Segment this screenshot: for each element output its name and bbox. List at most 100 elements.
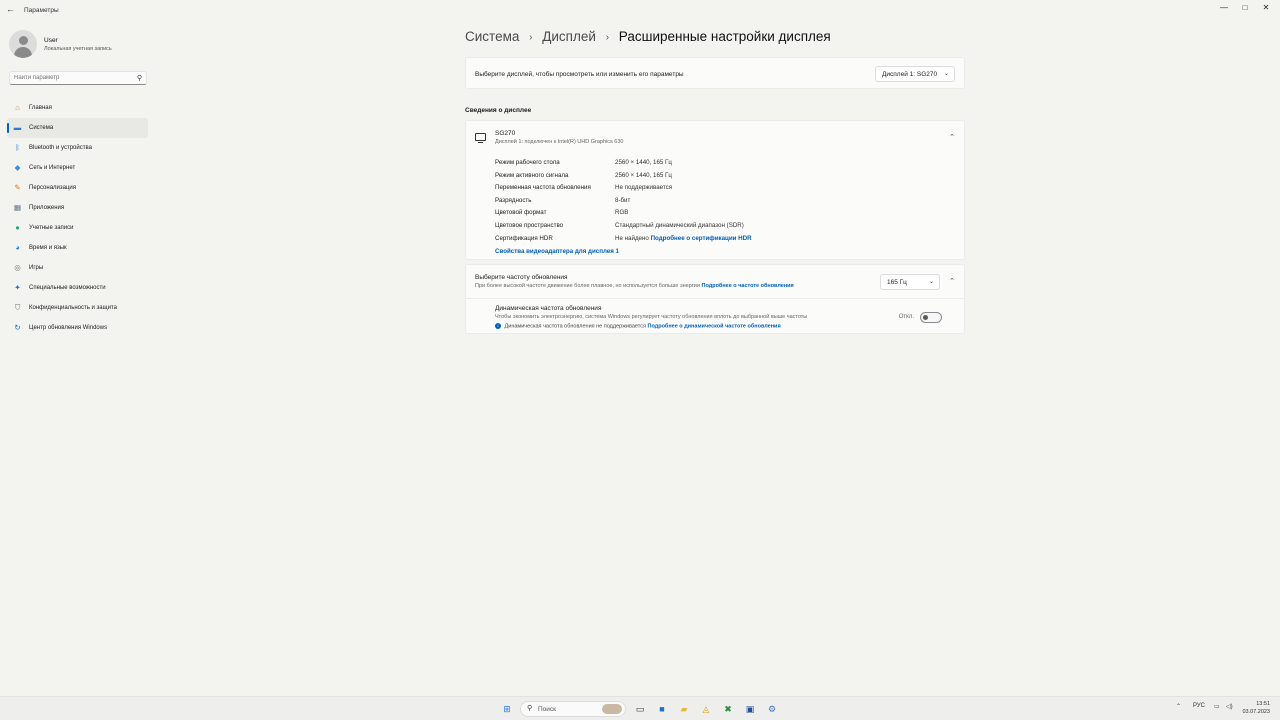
sidebar-item-label: Центр обновления Windows <box>29 325 108 331</box>
sidebar-item-shield[interactable]: ⛉ Конфиденциальность и защита <box>7 298 148 318</box>
chevron-up-icon[interactable]: ⌃ <box>949 133 955 141</box>
info-value: Не поддерживается <box>615 184 673 192</box>
dynamic-refresh-toggle[interactable] <box>920 312 942 323</box>
user-profile[interactable]: User Локальная учетная запись <box>9 30 149 58</box>
chevron-up-icon[interactable]: ⌃ <box>949 277 955 285</box>
chevron-down-icon: ⌄ <box>943 71 949 77</box>
hdr-certification-link[interactable]: Подробнее о сертификации HDR <box>651 235 752 242</box>
app-title: Параметры <box>24 7 59 14</box>
chevron-up-icon[interactable]: ⌃ <box>1176 703 1181 710</box>
sidebar-item-globe[interactable]: ◕ Время и язык <box>7 238 148 258</box>
breadcrumb: Система › Дисплей › Расширенные настройк… <box>465 29 831 44</box>
taskbar: ⊞ ⚲ Поиск ▭ ■ ▰ ◬ ✖ ▣ ⚙ ⌃ РУС ▭ ◁) 13:51… <box>0 696 1280 720</box>
clock[interactable]: 13:51 03.07.2023 <box>1242 700 1270 716</box>
brush-icon: ✎ <box>14 183 21 192</box>
language-indicator[interactable]: РУС <box>1193 703 1205 709</box>
display-dropdown[interactable]: Дисплей 1: SG270 ⌄ <box>875 66 955 82</box>
adapter-properties-link[interactable]: Свойства видеоадаптера для дисплея 1 <box>495 248 619 255</box>
sidebar-item-brush[interactable]: ✎ Персонализация <box>7 178 148 198</box>
sidebar-nav: ⌂ Главная ▬ Система ᛒ Bluetooth и устройства ◆… <box>7 98 148 338</box>
apps-icon: ▦ <box>13 203 22 212</box>
info-key: Переменная частота обновления <box>495 184 591 192</box>
dynamic-refresh-title: Динамическая частота обновления <box>495 305 602 312</box>
dynamic-refresh-info: i Динамическая частота обновления не под… <box>495 323 781 329</box>
info-key: Режим рабочего стола <box>495 159 560 166</box>
sidebar-item-label: Bluetooth и устройства <box>29 145 92 151</box>
toggle-label: Откл. <box>898 314 914 320</box>
home-icon: ⌂ <box>15 103 20 112</box>
user-name: User <box>44 37 58 44</box>
refresh-rate-dropdown[interactable]: 165 Гц ⌄ <box>880 274 940 290</box>
display-select-label: Выберите дисплей, чтобы просмотреть или … <box>475 71 684 78</box>
back-arrow-icon[interactable]: ← <box>6 4 18 16</box>
network-icon[interactable]: ▭ <box>1214 703 1220 710</box>
info-value: 2560 × 1440, 165 Гц <box>615 171 672 179</box>
display-info-card: SG270 Дисплей 1: подключен к Intel(R) UH… <box>465 120 965 260</box>
info-key: Сертификация HDR <box>495 234 553 242</box>
monitor-name: SG270 <box>495 130 516 137</box>
avatar <box>9 30 37 58</box>
sidebar-item-apps[interactable]: ▦ Приложения <box>7 198 148 218</box>
clock-date: 03.07.2023 <box>1242 709 1270 715</box>
sidebar: User Локальная учетная запись ⚲ ⌂ Главная… <box>0 22 155 692</box>
info-key: Цветовое пространство <box>495 221 564 229</box>
breadcrumb-display[interactable]: Дисплей <box>542 29 596 44</box>
monitor-subtitle: Дисплей 1: подключен к Intel(R) UHD Grap… <box>495 139 624 145</box>
info-value: Стандартный динамический диапазон (SDR) <box>615 221 744 229</box>
sidebar-item-accessibility[interactable]: ✦ Специальные возможности <box>7 278 148 298</box>
account-type: Локальная учетная запись <box>44 46 112 52</box>
update-icon: ↻ <box>14 323 21 332</box>
refresh-rate-link[interactable]: Подробнее о частоте обновления <box>701 283 793 289</box>
close-button[interactable]: ✕ <box>1259 3 1273 12</box>
sidebar-item-person[interactable]: ● Учетные записи <box>7 218 148 238</box>
sidebar-item-wifi[interactable]: ◆ Сеть и Интернет <box>7 158 148 178</box>
sidebar-item-label: Сеть и Интернет <box>29 165 76 171</box>
sidebar-item-update[interactable]: ↻ Центр обновления Windows <box>7 318 148 338</box>
sidebar-item-label: Персонализация <box>29 185 77 191</box>
sidebar-item-home[interactable]: ⌂ Главная <box>7 98 148 118</box>
monitor-icon <box>475 133 486 143</box>
sidebar-item-label: Конфиденциальность и защита <box>29 305 117 311</box>
info-value: Не найдено Подробнее о сертификации HDR <box>615 235 752 242</box>
maximize-button[interactable]: □ <box>1238 3 1252 12</box>
store-icon[interactable]: ■ <box>656 703 668 715</box>
sidebar-item-label: Учетные записи <box>29 225 74 231</box>
info-value: RGB <box>615 209 629 217</box>
app-icon[interactable]: ◬ <box>700 703 712 715</box>
save-app-icon[interactable]: ▣ <box>744 703 756 715</box>
system-icon: ▬ <box>13 123 22 132</box>
app-icon[interactable]: ✖ <box>722 703 734 715</box>
person-icon: ● <box>15 223 20 232</box>
taskbar-search[interactable]: ⚲ Поиск <box>520 701 626 717</box>
task-view-icon[interactable]: ▭ <box>634 703 646 715</box>
windows-start-icon[interactable]: ⊞ <box>501 703 513 715</box>
sidebar-item-gamepad[interactable]: ◎ Игры <box>7 258 148 278</box>
search-icon[interactable]: ⚲ <box>137 74 142 82</box>
volume-icon[interactable]: ◁) <box>1226 703 1233 710</box>
dynamic-refresh-link[interactable]: Подробнее о динамической частоте обновле… <box>647 323 780 329</box>
title-bar: ← Параметры — □ ✕ <box>0 0 1280 22</box>
wifi-icon: ◆ <box>14 163 21 172</box>
search-input[interactable] <box>14 75 129 81</box>
info-key: Режим активного сигнала <box>495 171 569 179</box>
info-value: 8-бит <box>615 196 631 204</box>
refresh-rate-value: 165 Гц <box>887 279 907 286</box>
sidebar-item-label: Специальные возможности <box>29 285 106 291</box>
breadcrumb-system[interactable]: Система <box>465 29 519 44</box>
section-title: Сведения о дисплее <box>465 107 532 114</box>
accessibility-icon: ✦ <box>14 283 21 292</box>
info-key: Разрядность <box>495 196 532 204</box>
minimize-button[interactable]: — <box>1217 3 1231 12</box>
settings-search[interactable]: ⚲ <box>9 71 147 85</box>
sidebar-item-system[interactable]: ▬ Система <box>7 118 148 138</box>
display-select-card: Выберите дисплей, чтобы просмотреть или … <box>465 57 965 89</box>
file-explorer-icon[interactable]: ▰ <box>678 703 690 715</box>
refresh-rate-subtitle: При более высокой частоте движение более… <box>475 283 794 289</box>
dynamic-refresh-info-text: Динамическая частота обновления не подде… <box>504 323 646 330</box>
settings-gear-icon[interactable]: ⚙ <box>766 703 778 715</box>
sidebar-item-bluetooth[interactable]: ᛒ Bluetooth и устройства <box>7 138 148 158</box>
clock-time: 13:51 <box>1256 701 1270 707</box>
globe-icon: ◕ <box>15 243 20 252</box>
breadcrumb-separator: › <box>605 32 610 43</box>
display-dropdown-value: Дисплей 1: SG270 <box>882 71 938 78</box>
